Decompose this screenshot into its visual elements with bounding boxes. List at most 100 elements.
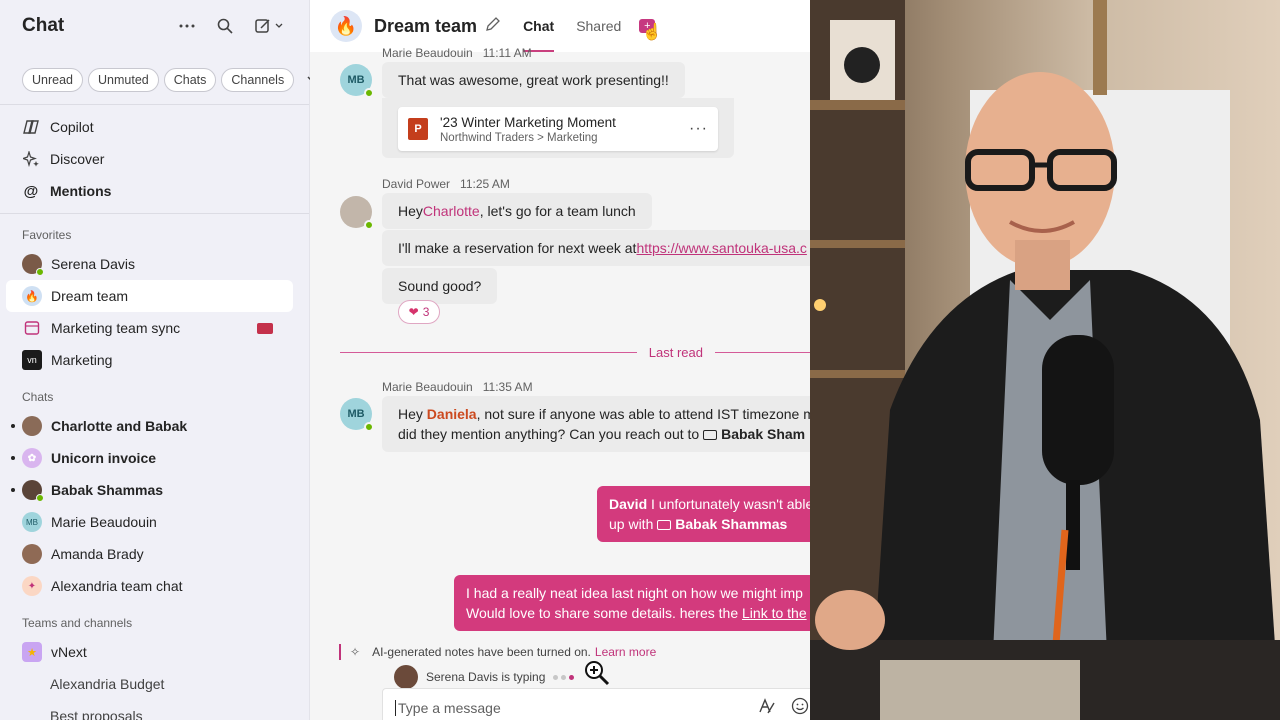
reaction-heart[interactable]: ❤ 3 <box>398 300 440 324</box>
message-text: Sound good? <box>398 278 482 294</box>
more-options-icon[interactable]: ··· <box>689 120 708 138</box>
sparkle-icon <box>22 150 40 168</box>
mention[interactable]: Daniela <box>427 406 477 422</box>
contact-card-icon <box>703 430 718 440</box>
message-meta: Marie Beaudouin 11:11 AM <box>382 46 532 60</box>
message-bubble[interactable]: That was awesome, great work presenting!… <box>382 62 685 98</box>
at-icon: @ <box>23 182 39 200</box>
chat-item-alexandria-team-chat[interactable]: ✦ Alexandria team chat <box>6 570 293 602</box>
message-bubble[interactable]: I'll make a reservation for next week at… <box>382 230 810 266</box>
new-chat-icon[interactable] <box>253 16 287 36</box>
chat-item-label: Serena Davis <box>51 256 136 272</box>
contact-mention[interactable]: Babak Shammas <box>675 516 787 532</box>
avatar <box>22 480 44 502</box>
learn-more-link[interactable]: Learn more <box>595 645 656 659</box>
message-time: 11:35 AM <box>482 380 533 394</box>
contact-mention[interactable]: Babak Sham <box>721 426 805 442</box>
filter-unread[interactable]: Unread <box>22 68 83 92</box>
message-author: Marie Beaudouin <box>382 46 473 60</box>
chat-item-unicorn-invoice[interactable]: ✿ Unicorn invoice <box>6 442 293 474</box>
avatar <box>22 544 42 564</box>
nav-discover[interactable]: Discover <box>0 143 309 175</box>
search-icon[interactable] <box>215 16 235 36</box>
message-link[interactable]: https://www.santouka-usa.c <box>636 240 806 256</box>
unread-dot <box>11 456 15 460</box>
channel-label: Best proposals <box>50 708 143 720</box>
message-meta: Marie Beaudouin 11:35 AM <box>382 380 533 394</box>
flame-icon: 🔥 <box>22 286 42 306</box>
channel-label: Alexandria Budget <box>50 676 165 692</box>
chat-header: 🔥 Dream team Chat Shared + ☝ <box>310 0 810 52</box>
more-options-icon[interactable] <box>177 16 197 36</box>
reaction-count: 3 <box>422 305 430 319</box>
chats-label: Chats <box>22 390 54 404</box>
heart-icon: ❤ <box>408 305 419 319</box>
avatar <box>394 665 418 689</box>
pencil-icon[interactable] <box>485 16 501 36</box>
nav-mentions[interactable]: @ Mentions <box>0 175 309 207</box>
filter-chats[interactable]: Chats <box>163 68 217 92</box>
typing-indicator: Serena Davis is typing <box>394 665 575 689</box>
chat-item-babak-shammas[interactable]: Babak Shammas <box>6 474 293 506</box>
tab-chat[interactable]: Chat <box>523 0 555 52</box>
sidebar-title: Chat <box>22 15 65 36</box>
file-card[interactable]: P '23 Winter Marketing Moment Northwind … <box>398 107 718 151</box>
message-bubble[interactable]: Hey Charlotte, let's go for a team lunch <box>382 193 652 229</box>
chat-filters: Unread Unmuted Chats Channels <box>0 52 319 92</box>
meeting-camera-icon[interactable] <box>257 322 273 334</box>
presenter-video-image <box>810 0 1280 720</box>
nav-label: Copilot <box>50 119 94 135</box>
quick-nav: Copilot Discover @ Mentions <box>0 105 309 207</box>
chat-item-serena-davis[interactable]: Serena Davis <box>6 248 293 280</box>
favorites-label: Favorites <box>0 213 309 248</box>
message-link[interactable]: Link to the <box>742 605 807 621</box>
tab-shared[interactable]: Shared <box>576 0 621 52</box>
ai-notes-banner: ✧ AI-generated notes have been turned on… <box>339 644 656 660</box>
emoji-icon[interactable] <box>791 697 809 720</box>
message-bubble[interactable]: Sound good? <box>382 268 498 304</box>
format-icon[interactable] <box>757 697 775 720</box>
powerpoint-icon: P <box>408 118 428 140</box>
channel-item-best-proposals[interactable]: Best proposals <box>6 700 293 720</box>
typing-text: Serena Davis is typing <box>426 670 546 684</box>
chat-item-label: Charlotte and Babak <box>51 418 188 434</box>
chat-item-marketing[interactable]: vn Marketing <box>6 344 293 376</box>
last-read-label: Last read <box>648 344 703 360</box>
unread-dot <box>11 424 15 428</box>
calendar-icon <box>22 318 42 338</box>
chat-item-label: Amanda Brady <box>51 546 144 562</box>
chat-item-dream-team[interactable]: 🔥 Dream team <box>6 280 293 312</box>
message-list: Marie Beaudouin 11:11 AM MB That was awe… <box>310 46 810 720</box>
nav-label: Mentions <box>50 183 112 199</box>
chat-item-label: vNext <box>51 644 87 660</box>
mention[interactable]: Charlotte <box>423 203 480 219</box>
team-logo-icon: ★ <box>22 642 42 662</box>
teams-label: Teams and channels <box>22 616 133 630</box>
team-item-vnext[interactable]: ★ vNext <box>6 636 293 668</box>
message-bubble[interactable]: Hey Daniela, not sure if anyone was able… <box>382 396 810 452</box>
avatar: MB <box>340 398 374 432</box>
message-composer[interactable]: Type a message <box>382 688 810 720</box>
chat-item-label: Marketing <box>51 352 113 368</box>
avatar <box>340 196 374 230</box>
unicorn-icon: ✿ <box>22 448 42 468</box>
chat-item-marie-beaudouin[interactable]: MB Marie Beaudouin <box>6 506 293 538</box>
message-author: Marie Beaudouin <box>382 380 473 394</box>
filter-unmuted[interactable]: Unmuted <box>88 68 159 92</box>
file-path: Northwind Traders > Marketing <box>440 131 598 144</box>
chat-item-charlotte-and-babak[interactable]: Charlotte and Babak <box>6 410 293 442</box>
sparkle-icon: ✧ <box>350 645 361 659</box>
unread-dot <box>11 488 15 492</box>
nav-label: Discover <box>50 151 105 167</box>
avatar <box>22 254 44 276</box>
typing-dots <box>553 674 575 680</box>
filter-channels[interactable]: Channels <box>221 68 295 92</box>
nav-copilot[interactable]: Copilot <box>0 111 309 143</box>
outgoing-message-bubble[interactable]: David I unfortunately wasn't able up wit… <box>597 486 810 542</box>
avatar: MB <box>340 64 374 98</box>
outgoing-message-bubble[interactable]: I had a really neat idea last night on h… <box>454 575 810 631</box>
chat-item-marketing-team-sync[interactable]: Marketing team sync <box>6 312 293 344</box>
chat-item-amanda-brady[interactable]: Amanda Brady <box>6 538 293 570</box>
message-text: That was awesome, great work presenting!… <box>398 72 669 88</box>
channel-item-alexandria-budget[interactable]: Alexandria Budget <box>6 668 293 700</box>
